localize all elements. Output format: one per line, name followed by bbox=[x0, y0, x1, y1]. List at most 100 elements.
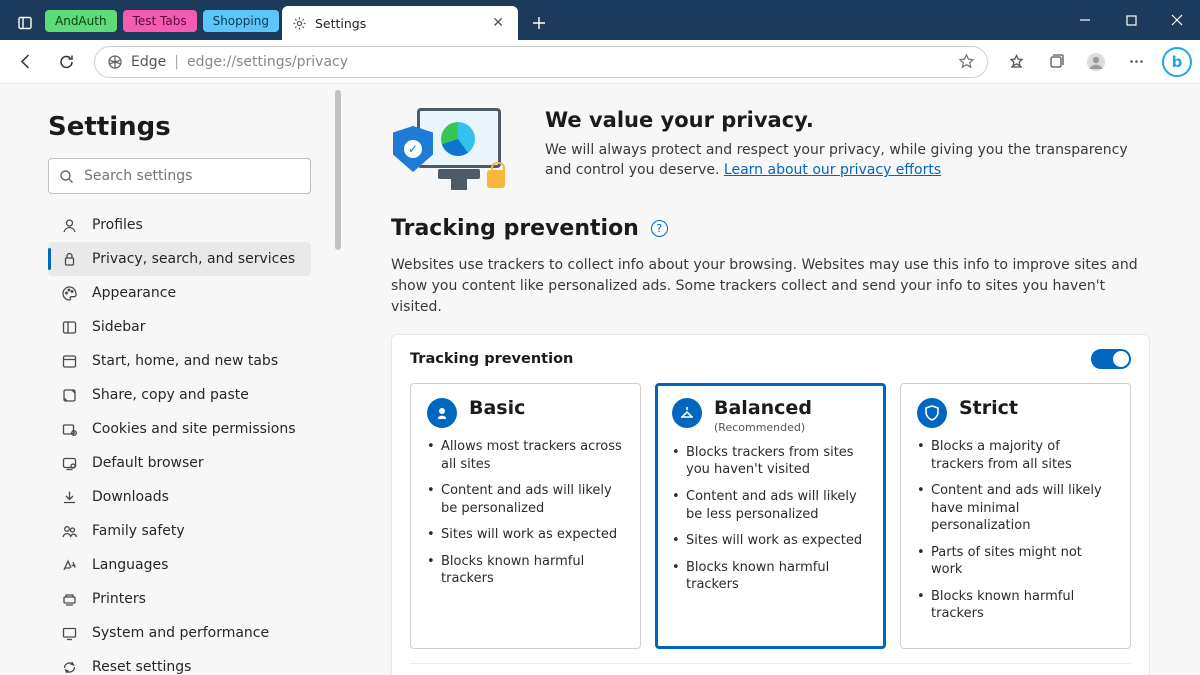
sidebar-title: Settings bbox=[48, 112, 311, 142]
tab-settings[interactable]: Settings ✕ bbox=[282, 6, 518, 40]
sidebar-item-downloads[interactable]: Downloads bbox=[48, 480, 311, 514]
level-bullet: Blocks known harmful trackers bbox=[427, 553, 624, 588]
level-title: Basic bbox=[469, 398, 525, 419]
tracking-toggle[interactable] bbox=[1091, 349, 1131, 369]
new-tab-button[interactable] bbox=[524, 8, 554, 38]
nav-label: System and performance bbox=[92, 625, 269, 641]
tab-group-shopping[interactable]: Shopping bbox=[203, 10, 279, 32]
level-subtitle: (Recommended) bbox=[714, 421, 812, 434]
search-icon bbox=[59, 169, 74, 184]
level-bullets: Allows most trackers across all sitesCon… bbox=[427, 438, 624, 588]
hero-body: We will always protect and respect your … bbox=[545, 140, 1150, 181]
gear-icon bbox=[292, 16, 307, 31]
pane-divider[interactable] bbox=[335, 84, 341, 675]
collections-button[interactable] bbox=[1038, 45, 1074, 79]
nav-icon bbox=[60, 318, 78, 336]
tab-group-test-tabs[interactable]: Test Tabs bbox=[123, 10, 197, 32]
window-minimize-button[interactable] bbox=[1062, 0, 1108, 40]
nav-icon bbox=[60, 216, 78, 234]
sidebar-item-family-safety[interactable]: Family safety bbox=[48, 514, 311, 548]
tracking-level-balanced[interactable]: Balanced(Recommended)Blocks trackers fro… bbox=[655, 383, 886, 649]
nav-icon bbox=[60, 488, 78, 506]
settings-page: Settings Profiles Privacy, search, and se… bbox=[0, 84, 1200, 675]
sidebar-item-system-and-performance[interactable]: System and performance bbox=[48, 616, 311, 650]
tracking-level-basic[interactable]: Basic Allows most trackers across all sit… bbox=[410, 383, 641, 649]
level-bullet: Content and ads will likely be less pers… bbox=[672, 488, 869, 523]
window-controls bbox=[1062, 0, 1200, 40]
more-button[interactable] bbox=[1118, 45, 1154, 79]
tab-group-andauth[interactable]: AndAuth bbox=[45, 10, 117, 32]
favorites-button[interactable] bbox=[998, 45, 1034, 79]
nav-label: Appearance bbox=[92, 285, 176, 301]
tab-title: Settings bbox=[315, 16, 366, 31]
tracking-level-strict[interactable]: Strict Blocks a majority of trackers from… bbox=[900, 383, 1131, 649]
favorite-button[interactable] bbox=[958, 53, 975, 70]
settings-search-input[interactable] bbox=[84, 168, 300, 184]
settings-search[interactable] bbox=[48, 158, 311, 194]
sidebar-item-sidebar[interactable]: Sidebar bbox=[48, 310, 311, 344]
nav-label: Default browser bbox=[92, 455, 204, 471]
nav-icon bbox=[60, 522, 78, 540]
titlebar: AndAuth Test Tabs Shopping Settings ✕ bbox=[0, 0, 1200, 40]
level-bullet: Blocks known harmful trackers bbox=[672, 559, 869, 594]
window-maximize-button[interactable] bbox=[1108, 0, 1154, 40]
nav-label: Reset settings bbox=[92, 659, 191, 675]
profile-button[interactable] bbox=[1078, 45, 1114, 79]
sidebar-item-cookies-and-site-permissions[interactable]: Cookies and site permissions bbox=[48, 412, 311, 446]
nav-icon bbox=[60, 658, 78, 675]
nav-icon bbox=[60, 386, 78, 404]
refresh-button[interactable] bbox=[48, 45, 84, 79]
level-icon bbox=[917, 398, 947, 428]
nav-label: Family safety bbox=[92, 523, 185, 539]
lock-icon bbox=[487, 170, 505, 188]
sidebar-item-appearance[interactable]: Appearance bbox=[48, 276, 311, 310]
sidebar-item-default-browser[interactable]: Default browser bbox=[48, 446, 311, 480]
nav-label: Languages bbox=[92, 557, 168, 573]
level-bullet: Sites will work as expected bbox=[427, 526, 624, 544]
nav-label: Downloads bbox=[92, 489, 169, 505]
tracking-card-label: Tracking prevention bbox=[410, 351, 573, 367]
sidebar-item-reset-settings[interactable]: Reset settings bbox=[48, 650, 311, 675]
nav-icon bbox=[60, 352, 78, 370]
level-bullet: Content and ads will likely have minimal… bbox=[917, 482, 1114, 535]
nav-label: Start, home, and new tabs bbox=[92, 353, 278, 369]
blocked-trackers-row[interactable]: Blocked trackers View the sites that we'… bbox=[410, 668, 1131, 675]
level-bullets: Blocks trackers from sites you haven't v… bbox=[672, 444, 869, 594]
tracking-heading: Tracking prevention bbox=[391, 216, 639, 241]
level-icon bbox=[672, 398, 702, 428]
sidebar-item-share-copy-and-paste[interactable]: Share, copy and paste bbox=[48, 378, 311, 412]
sidebar-item-profiles[interactable]: Profiles bbox=[48, 208, 311, 242]
nav-icon bbox=[60, 624, 78, 642]
privacy-link[interactable]: Learn about our privacy efforts bbox=[724, 162, 941, 178]
settings-nav: Profiles Privacy, search, and services App… bbox=[48, 208, 311, 675]
level-bullet: Content and ads will likely be personali… bbox=[427, 482, 624, 517]
window-close-button[interactable] bbox=[1154, 0, 1200, 40]
address-url: edge://settings/privacy bbox=[187, 54, 348, 70]
nav-label: Profiles bbox=[92, 217, 143, 233]
tab-actions-button[interactable] bbox=[8, 6, 42, 40]
level-bullet: Sites will work as expected bbox=[672, 532, 869, 550]
tracking-card: Tracking prevention Basic Allows most tra… bbox=[391, 334, 1150, 675]
level-bullets: Blocks a majority of trackers from all s… bbox=[917, 438, 1114, 623]
nav-label: Printers bbox=[92, 591, 146, 607]
nav-icon bbox=[60, 556, 78, 574]
nav-label: Sidebar bbox=[92, 319, 146, 335]
address-bar[interactable]: Edge | edge://settings/privacy bbox=[94, 46, 988, 78]
bing-chat-button[interactable]: b bbox=[1162, 47, 1192, 77]
info-icon[interactable]: ? bbox=[651, 220, 668, 237]
level-title: Strict bbox=[959, 398, 1018, 419]
sidebar-item-privacy-search-and-services[interactable]: Privacy, search, and services bbox=[48, 242, 311, 276]
nav-icon bbox=[60, 420, 78, 438]
privacy-illustration: ✓ bbox=[391, 108, 517, 190]
tracking-description: Websites use trackers to collect info ab… bbox=[391, 255, 1150, 318]
back-button[interactable] bbox=[8, 45, 44, 79]
sidebar-item-printers[interactable]: Printers bbox=[48, 582, 311, 616]
level-icon bbox=[427, 398, 457, 428]
tab-close-button[interactable]: ✕ bbox=[488, 11, 508, 35]
sidebar-item-start-home-and-new-tabs[interactable]: Start, home, and new tabs bbox=[48, 344, 311, 378]
level-bullet: Blocks known harmful trackers bbox=[917, 588, 1114, 623]
nav-label: Share, copy and paste bbox=[92, 387, 249, 403]
sidebar-item-languages[interactable]: Languages bbox=[48, 548, 311, 582]
nav-icon bbox=[60, 590, 78, 608]
level-bullet: Parts of sites might not work bbox=[917, 544, 1114, 579]
